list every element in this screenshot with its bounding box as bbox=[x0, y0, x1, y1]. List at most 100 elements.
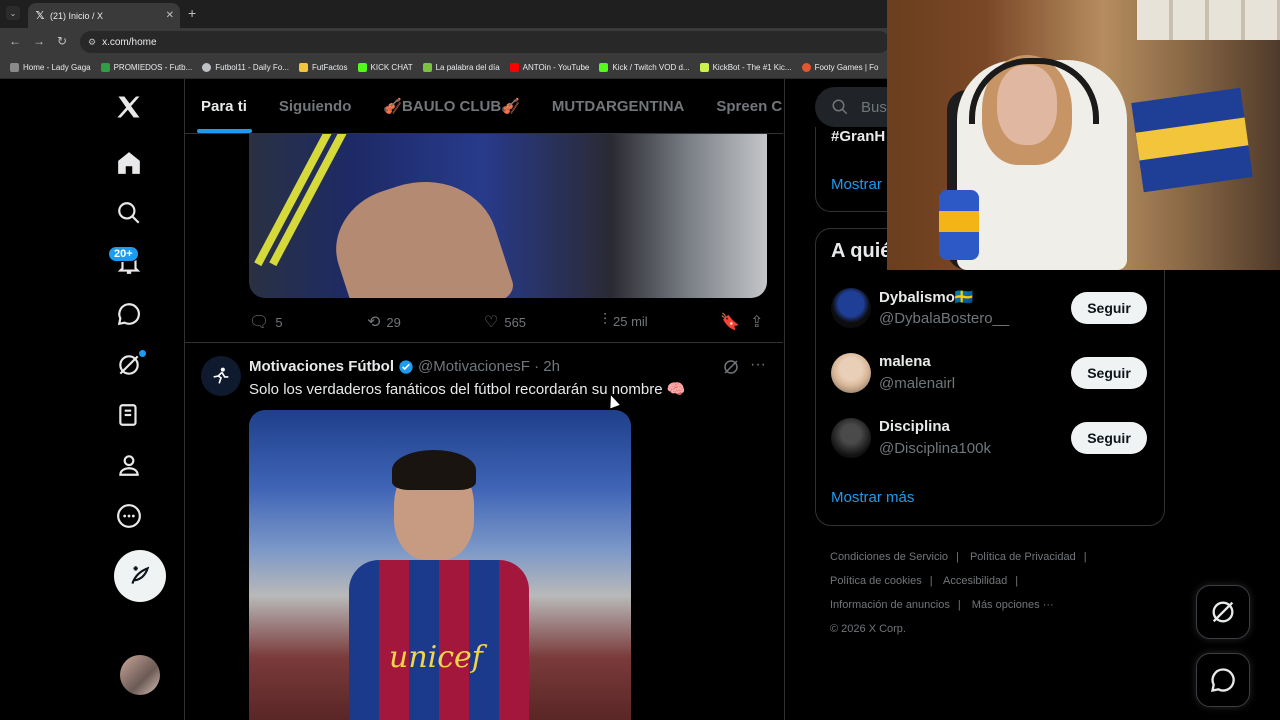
retweet-button[interactable]: ⟲ 29 bbox=[367, 312, 401, 332]
tab-spreen-clan[interactable]: Spreen Cla bbox=[716, 98, 783, 115]
timeline-tabs: Para ti Siguiendo 🎻BAULO CLUB🎻 MUTDARGEN… bbox=[185, 79, 783, 134]
kicking-player-icon bbox=[213, 367, 229, 384]
heart-icon: ♡ bbox=[484, 314, 499, 331]
profile-icon[interactable] bbox=[113, 449, 145, 481]
tab-baulo-club[interactable]: 🎻BAULO CLUB🎻 bbox=[383, 97, 520, 115]
bookmark-item[interactable]: Footy Games | Fo bbox=[801, 62, 878, 72]
reply-button[interactable]: 🗨 5 bbox=[249, 312, 283, 332]
verified-badge-icon bbox=[399, 359, 413, 374]
follow-suggestion[interactable]: Dybalismo🇸🇪 @DybalaBostero__ Seguir bbox=[831, 288, 1151, 338]
lists-icon[interactable] bbox=[113, 399, 145, 431]
bookmark-item[interactable]: KICK CHAT bbox=[357, 62, 413, 72]
like-button[interactable]: ♡ 565 bbox=[484, 312, 526, 332]
browser-tab-title: (21) Inicio / X bbox=[50, 10, 104, 21]
tattooed-arm bbox=[321, 161, 517, 298]
views-button[interactable]: ⫶ 25 mil bbox=[603, 312, 648, 330]
footer-links: Condiciones de Servicio | Política de Pri… bbox=[830, 545, 1150, 641]
bookmark-favicon-icon bbox=[202, 62, 212, 72]
suggestion-handle: @malenairl bbox=[879, 375, 956, 392]
footer-separator: | bbox=[1083, 551, 1087, 563]
browser-tab-active[interactable]: 𝕏 (21) Inicio / X ✕ bbox=[28, 3, 180, 28]
messages-icon[interactable] bbox=[113, 298, 145, 330]
back-icon[interactable]: ← bbox=[9, 34, 21, 48]
tweet-divider bbox=[185, 342, 783, 343]
suggestion-name: Dybalismo🇸🇪 bbox=[879, 289, 974, 306]
search-icon[interactable] bbox=[113, 197, 145, 229]
jersey-sponsor-text: unicef bbox=[389, 640, 483, 675]
bookmark-item[interactable]: ANTOin - YouTube bbox=[509, 62, 589, 72]
bookmark-item[interactable]: Futbol11 - Daily Fo... bbox=[202, 62, 289, 72]
x-logo-icon[interactable] bbox=[113, 91, 145, 123]
bookmark-favicon-icon bbox=[699, 62, 709, 72]
tab-mutdargentina[interactable]: MUTDARGENTINA bbox=[552, 98, 685, 115]
tab-close-icon[interactable]: ✕ bbox=[166, 10, 174, 21]
bookmark-icon: 🔖 bbox=[720, 314, 740, 331]
tweet-media-image[interactable] bbox=[249, 133, 767, 298]
footer-separator: | bbox=[1015, 575, 1019, 587]
bookmark-favicon-icon bbox=[509, 62, 519, 72]
address-bar[interactable]: ⚙ x.com/home bbox=[80, 31, 890, 53]
share-button[interactable]: ⇪ bbox=[750, 312, 769, 332]
bookmark-favicon-icon bbox=[801, 62, 811, 72]
views-chart-icon: ⫶ bbox=[603, 312, 608, 329]
bookmark-item[interactable]: KickBot - The #1 Kic... bbox=[699, 62, 792, 72]
tab-siguiendo[interactable]: Siguiendo bbox=[279, 98, 352, 115]
bookmark-item[interactable]: FutFactos bbox=[298, 62, 348, 72]
active-tab-indicator bbox=[197, 129, 252, 133]
bookmark-favicon-icon bbox=[298, 62, 308, 72]
suggestion-handle: @DybalaBostero__ bbox=[879, 310, 1010, 327]
footer-accessibility-link[interactable]: Accesibilidad bbox=[943, 575, 1007, 587]
notifications-badge: 20+ bbox=[108, 246, 139, 262]
who-to-follow-show-more-link[interactable]: Mostrar más bbox=[831, 489, 914, 506]
footer-separator: | bbox=[929, 575, 933, 587]
footer-cookies-link[interactable]: Política de cookies bbox=[830, 575, 922, 587]
trends-show-more-link[interactable]: Mostrar bbox=[831, 176, 882, 193]
forward-icon[interactable]: → bbox=[33, 34, 45, 48]
footer-terms-link[interactable]: Condiciones de Servicio bbox=[830, 551, 948, 563]
footer-privacy-link[interactable]: Política de Privacidad bbox=[970, 551, 1076, 563]
retweet-icon: ⟲ bbox=[367, 314, 381, 331]
suggestion-name: malena bbox=[879, 353, 931, 370]
trend-item[interactable]: #GranH bbox=[831, 128, 885, 145]
follow-suggestion[interactable]: malena @malenairl Seguir bbox=[831, 353, 1151, 403]
messages-icon bbox=[1211, 668, 1235, 692]
tweet-header: Motivaciones Fútbol @MotivacionesF · 2h bbox=[249, 358, 560, 375]
suggestion-avatar bbox=[831, 353, 871, 393]
x-favicon-icon: 𝕏 bbox=[35, 10, 45, 22]
follow-button[interactable]: Seguir bbox=[1071, 357, 1147, 389]
grok-floating-button[interactable] bbox=[1196, 585, 1250, 639]
bookmark-favicon-icon bbox=[10, 62, 19, 72]
home-icon[interactable] bbox=[113, 147, 145, 179]
more-icon[interactable] bbox=[113, 500, 145, 532]
compose-feather-icon bbox=[131, 566, 150, 584]
bookmark-button[interactable]: 🔖 bbox=[720, 312, 746, 332]
account-avatar[interactable] bbox=[120, 655, 160, 695]
bookmark-item[interactable]: La palabra del día bbox=[422, 62, 500, 72]
tweet-author-handle[interactable]: @MotivacionesF · 2h bbox=[418, 358, 560, 375]
tweet-author-name[interactable]: Motivaciones Fútbol bbox=[249, 358, 394, 375]
bookmark-item[interactable]: Kick / Twitch VOD d... bbox=[599, 62, 690, 72]
grok-unread-dot bbox=[139, 350, 146, 357]
tweet-more-icon[interactable]: ··· bbox=[750, 356, 766, 374]
tab-search-button[interactable]: ⌄ bbox=[6, 6, 20, 20]
compose-post-button[interactable] bbox=[114, 550, 166, 602]
footer-ads-info-link[interactable]: Información de anuncios bbox=[830, 599, 950, 611]
jersey-stripe bbox=[254, 133, 332, 267]
follow-button[interactable]: Seguir bbox=[1071, 292, 1147, 324]
follow-button[interactable]: Seguir bbox=[1071, 422, 1147, 454]
footer-more-options-link[interactable]: Más opciones ··· bbox=[972, 599, 1054, 611]
tweet-author-avatar[interactable] bbox=[201, 356, 241, 396]
bookmark-item[interactable]: Home - Lady Gaga bbox=[10, 62, 91, 72]
bookmark-item[interactable]: PROMIEDOS - Futb... bbox=[100, 62, 192, 72]
player-hair bbox=[392, 450, 476, 490]
footballs-shelf bbox=[1137, 0, 1280, 40]
new-tab-button[interactable]: + bbox=[188, 5, 196, 21]
messages-floating-button[interactable] bbox=[1196, 653, 1250, 707]
follow-suggestion[interactable]: Disciplina @Disciplina100k Seguir bbox=[831, 418, 1151, 468]
site-info-icon[interactable]: ⚙ bbox=[88, 37, 96, 48]
suggestion-handle: @Disciplina100k bbox=[879, 440, 991, 457]
grok-explain-icon[interactable] bbox=[722, 358, 740, 381]
reload-icon[interactable]: ↻ bbox=[57, 34, 67, 48]
tab-para-ti[interactable]: Para ti bbox=[201, 98, 247, 115]
tweet-media-image[interactable]: unicef bbox=[249, 410, 631, 720]
